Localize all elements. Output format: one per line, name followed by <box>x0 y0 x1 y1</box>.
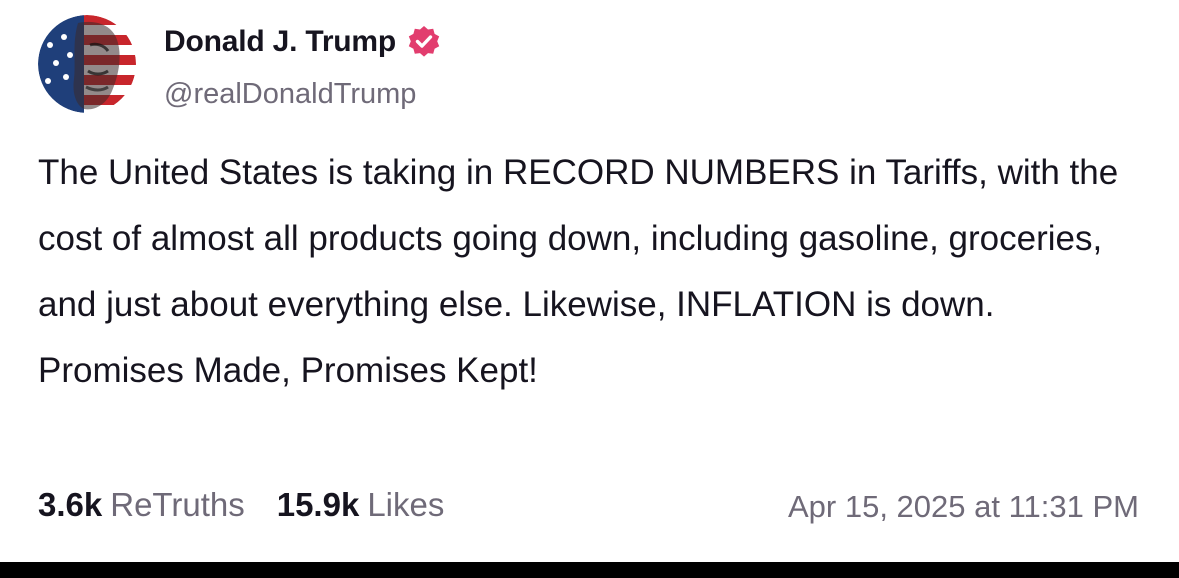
truth-post-card: Donald J. Trump @realDonaldTrump The Uni… <box>0 0 1179 562</box>
likes-count: 15.9k <box>276 486 360 523</box>
retruths-label: ReTruths <box>110 486 245 523</box>
engagement-stats: 3.6k ReTruths 15.9k Likes <box>38 486 444 524</box>
retruths-stat[interactable]: 3.6k ReTruths <box>38 486 245 524</box>
author-block: Donald J. Trump @realDonaldTrump <box>164 22 442 111</box>
author-name-row: Donald J. Trump <box>164 22 442 62</box>
post-text: The United States is taking in RECORD NU… <box>38 153 1119 390</box>
likes-stat[interactable]: 15.9k Likes <box>277 486 445 524</box>
bottom-bar <box>0 562 1179 578</box>
author-handle[interactable]: @realDonaldTrump <box>164 78 442 111</box>
author-display-name[interactable]: Donald J. Trump <box>164 25 396 59</box>
post-timestamp[interactable]: Apr 15, 2025 at 11:31 PM <box>788 489 1139 525</box>
retruths-count: 3.6k <box>38 486 103 523</box>
avatar[interactable] <box>38 15 136 113</box>
avatar-image <box>38 15 136 113</box>
likes-label: Likes <box>367 486 445 523</box>
verified-check-icon <box>406 24 442 60</box>
